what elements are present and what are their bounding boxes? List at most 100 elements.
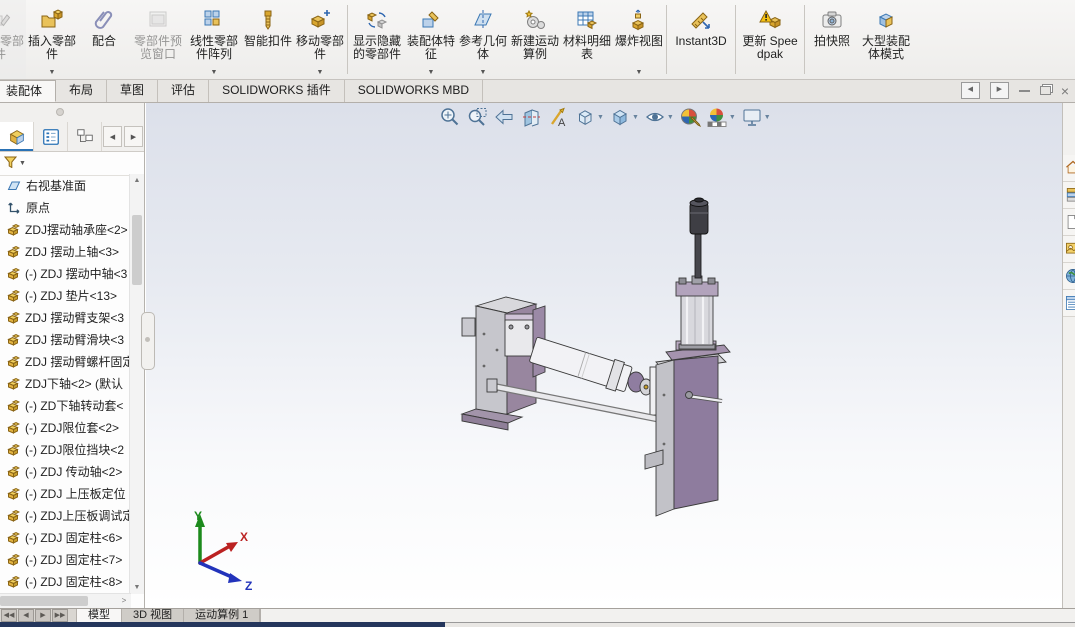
headsup-zoom-fit-button[interactable] [438,105,462,129]
filter-funnel-icon[interactable] [3,156,18,171]
headsup-section-view-button[interactable] [519,105,543,129]
tree-vertical-scrollbar[interactable]: ▲ ▼ [129,174,144,594]
command-tab-2[interactable]: 草图 [107,80,159,102]
ribbon-button-reference-geometry[interactable]: 参考几何体 ▼ [457,0,509,79]
propertymanager-tab[interactable] [34,122,68,151]
bottom-tab-2[interactable]: 运动算例 1 [184,609,261,622]
move-component-icon [308,8,332,32]
headsup-apply-scene-button[interactable]: ▼ [705,105,737,129]
headsup-zoom-area-button[interactable] [465,105,489,129]
tree-item[interactable]: (-) ZDJ 固定柱<6> [0,526,130,548]
reference-geometry-icon [471,8,495,32]
tree-item[interactable]: ZDJ摆动轴承座<2> [0,218,130,240]
taskpane-file-explorer-tab[interactable] [1063,209,1075,236]
panel-tabs-scroll-left[interactable]: ◀ [103,126,122,147]
pane-left-button[interactable]: ◀ [960,82,980,99]
scroll-right-icon[interactable]: > [117,594,131,608]
status-bar-right [445,622,1075,627]
tree-horizontal-scrollbar[interactable]: > [0,593,131,608]
bottom-tab-0[interactable]: 模型 [76,609,122,622]
tree-item[interactable]: ZDJ 摆动臂滑块<3 [0,328,130,350]
ribbon-button-mate[interactable]: 配合 [78,0,130,79]
hscroll-thumb[interactable] [0,596,88,606]
ribbon-button-large-assembly[interactable]: 大型装配体模式 [858,0,914,79]
panel-tabs-scroll-right[interactable]: ▶ [124,126,143,147]
tree-item-label: (-) ZDJ 固定柱<6> [25,530,123,545]
tree-item[interactable]: (-) ZDJ限位挡块<2 [0,438,130,460]
headsup-view-orientation-button[interactable]: ▼ [573,105,605,129]
tree-item[interactable]: (-) ZDJ 摆动中轴<3 [0,262,130,284]
ribbon-button-show-hidden[interactable]: 显示隐藏的零部件 [349,0,405,79]
command-tab-0[interactable]: 装配体 [0,80,57,102]
headsup-hide-show-items-button[interactable]: ▼ [643,105,675,129]
headsup-previous-view-button[interactable] [492,105,516,129]
tree-item[interactable]: (-) ZDJ 垫片<13> [0,284,130,306]
taskpane-home-tab[interactable] [1063,155,1075,182]
ribbon-button-move-component[interactable]: 移动零部件 ▼ [294,0,346,79]
ribbon-button-snapshot[interactable]: 拍快照 [806,0,858,79]
motion-nav-prev-button[interactable]: ◀ [18,609,34,622]
ribbon-button-linear-pattern[interactable]: 线性零部件阵列 ▼ [186,0,242,79]
headsup-view-settings-button[interactable]: ▼ [740,105,772,129]
status-bar-left [0,622,445,627]
ribbon-button-exploded-view[interactable]: 爆炸视图 ▼ [613,0,665,79]
ribbon-button-motion-study[interactable]: 新建运动算例 [509,0,561,79]
pane-right-button[interactable]: ▶ [989,82,1009,99]
minimize-button[interactable] [1018,89,1030,92]
motion-nav-next-button[interactable]: ▶ [35,609,51,622]
filter-dropdown-arrow[interactable]: ▼ [19,160,26,167]
taskpane-appearances-tab[interactable] [1063,263,1075,290]
ribbon-button-edit-component: 编辑零部件 [0,0,26,79]
ribbon-separator [804,5,805,74]
tree-item[interactable]: ZDJ 摆动臂支架<3 [0,306,130,328]
restore-button[interactable] [1039,86,1051,95]
ribbon-button-assembly-features[interactable]: 装配体特征 ▼ [405,0,457,79]
command-tab-1[interactable]: 布局 [56,80,108,102]
tree-item[interactable]: ZDJ下轴<2> (默认 [0,372,130,394]
tree-item[interactable]: 原点 [0,196,130,218]
headsup-edit-appearance-button[interactable] [678,105,702,129]
tree-item[interactable]: (-) ZDJ 上压板定位 [0,482,130,504]
command-tab-5[interactable]: SOLIDWORKS MBD [345,80,484,102]
taskpane-view-palette-tab[interactable] [1063,236,1075,263]
ribbon-button-label: 移动零部件 [296,34,345,61]
taskpane-custom-properties-tab[interactable] [1063,290,1075,317]
ribbon-separator [735,5,736,74]
bottom-tab-1[interactable]: 3D 视图 [122,609,185,622]
featuremanager-tab[interactable] [0,122,34,151]
tree-item[interactable]: (-) ZDJ限位套<2> [0,416,130,438]
ribbon-splitter-dot [56,108,64,116]
tree-item[interactable]: ZDJ 摆动上轴<3> [0,240,130,262]
scroll-thumb[interactable] [132,215,142,285]
scroll-up-icon[interactable]: ▲ [130,174,144,187]
motion-nav-last-button[interactable]: ▶▶ [52,609,68,622]
tree-item[interactable]: ZDJ 摆动臂螺杆固定 [0,350,130,372]
tree-item[interactable]: (-) ZDJ上压板调试定 [0,504,130,526]
configurationmanager-tab[interactable] [68,122,102,151]
motion-nav-first-button[interactable]: ◀◀ [1,609,17,622]
tree-item[interactable]: (-) ZDJ 固定柱<7> [0,548,130,570]
command-tab-3[interactable]: 评估 [158,80,210,102]
part-icon [7,487,25,500]
scroll-down-icon[interactable]: ▼ [130,581,144,594]
ribbon-button-smart-fasteners[interactable]: 智能扣件 [242,0,294,79]
ribbon-button-instant3d[interactable]: Instant3D [668,0,734,79]
assembly-model[interactable]: Y X Z [146,103,1063,608]
tree-item[interactable]: (-) ZDJ 传动轴<2> [0,460,130,482]
edit-appearance-icon [679,106,701,128]
headsup-display-style-button[interactable]: ▼ [608,105,640,129]
close-button[interactable]: × [1061,84,1069,98]
ribbon-button-speedpak[interactable]: 更新 Speedpak [737,0,803,79]
tree-item[interactable]: 右视基准面 [0,174,130,196]
ribbon-button-label: 零部件预览窗口 [133,34,182,61]
part-icon [7,421,25,434]
headsup-annotations-button[interactable]: A [546,105,570,129]
graphics-area[interactable]: A ▼ ▼ ▼ ▼ ▼ Y X Z [146,103,1063,608]
panel-splitter-grip[interactable] [141,312,155,370]
tree-item[interactable]: (-) ZD下轴转动套< [0,394,130,416]
ribbon-button-insert-component[interactable]: 插入零部件 ▼ [26,0,78,79]
ribbon-button-bom[interactable]: 材料明细表 [561,0,613,79]
taskpane-design-library-tab[interactable] [1063,182,1075,209]
command-tab-4[interactable]: SOLIDWORKS 插件 [209,80,345,102]
tree-item[interactable]: (-) ZDJ 固定柱<8> [0,570,130,592]
